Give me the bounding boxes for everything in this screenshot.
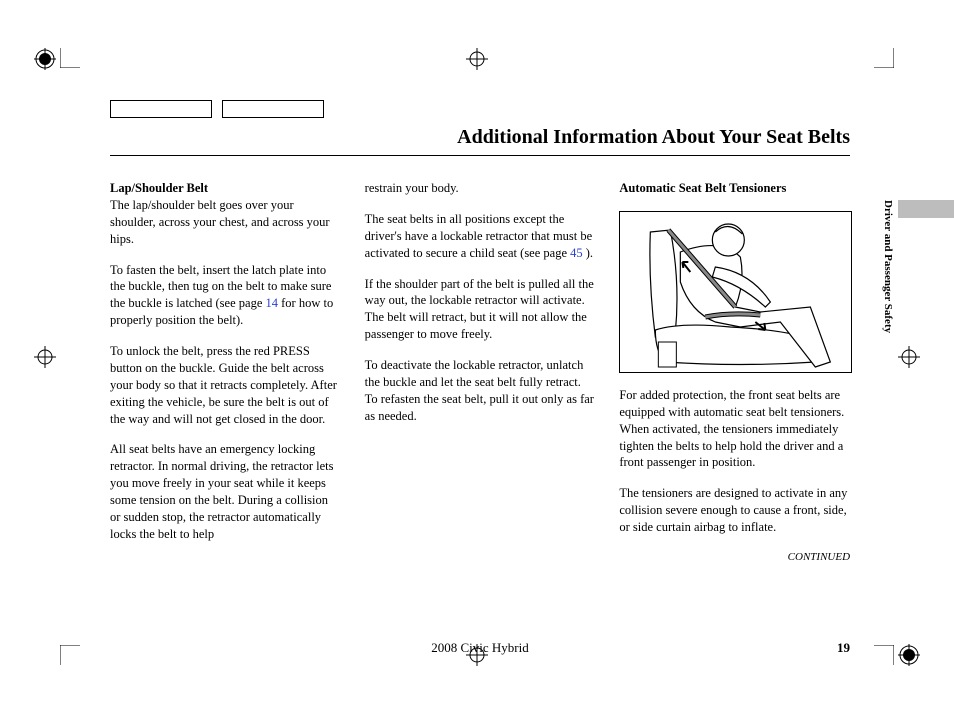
subheading-lap-shoulder: Lap/Shoulder Belt: [110, 181, 208, 195]
fold-mark-icon: [466, 48, 488, 70]
continued-label: CONTINUED: [619, 550, 850, 565]
page-title: Additional Information About Your Seat B…: [110, 126, 850, 156]
registration-mark-icon: [34, 48, 56, 70]
column-3: Automatic Seat Belt Tensioners: [619, 180, 850, 565]
subheading-tensioners: Automatic Seat Belt Tensioners: [619, 181, 786, 195]
page-link-45[interactable]: 45: [570, 246, 583, 260]
body-text: To unlock the belt, press the red PRESS …: [110, 343, 341, 427]
body-text: restrain your body.: [365, 180, 596, 197]
body-text: The tensioners are designed to activate …: [619, 485, 850, 536]
fold-mark-icon: [34, 346, 56, 368]
header-link-box[interactable]: [222, 100, 324, 118]
body-text: If the shoulder part of the belt is pull…: [365, 276, 596, 344]
body-text: To fasten the belt, insert the latch pla…: [110, 262, 341, 330]
body-text: To deactivate the lockable retractor, un…: [365, 357, 596, 425]
page-number: 19: [837, 640, 850, 656]
footer-model: 2008 Civic Hybrid: [431, 640, 529, 656]
column-1: Lap/Shoulder Belt The lap/shoulder belt …: [110, 180, 341, 565]
page-content: Additional Information About Your Seat B…: [110, 100, 850, 565]
body-text: All seat belts have an emergency locking…: [110, 441, 341, 542]
seat-belt-tensioner-illustration: [619, 211, 852, 373]
section-tab-label: Driver and Passenger Safety: [882, 200, 894, 333]
registration-mark-icon: [898, 644, 920, 666]
fold-mark-icon: [898, 346, 920, 368]
body-text: The seat belts in all positions except t…: [365, 211, 596, 262]
column-2: restrain your body. The seat belts in al…: [365, 180, 596, 565]
header-link-boxes: [110, 100, 850, 118]
body-text: For added protection, the front seat bel…: [619, 387, 850, 471]
page-link-14[interactable]: 14: [266, 296, 279, 310]
body-text: The lap/shoulder belt goes over your sho…: [110, 198, 330, 246]
header-link-box[interactable]: [110, 100, 212, 118]
section-tab-highlight: [898, 200, 954, 218]
page-footer: 2008 Civic Hybrid 19: [110, 640, 850, 656]
